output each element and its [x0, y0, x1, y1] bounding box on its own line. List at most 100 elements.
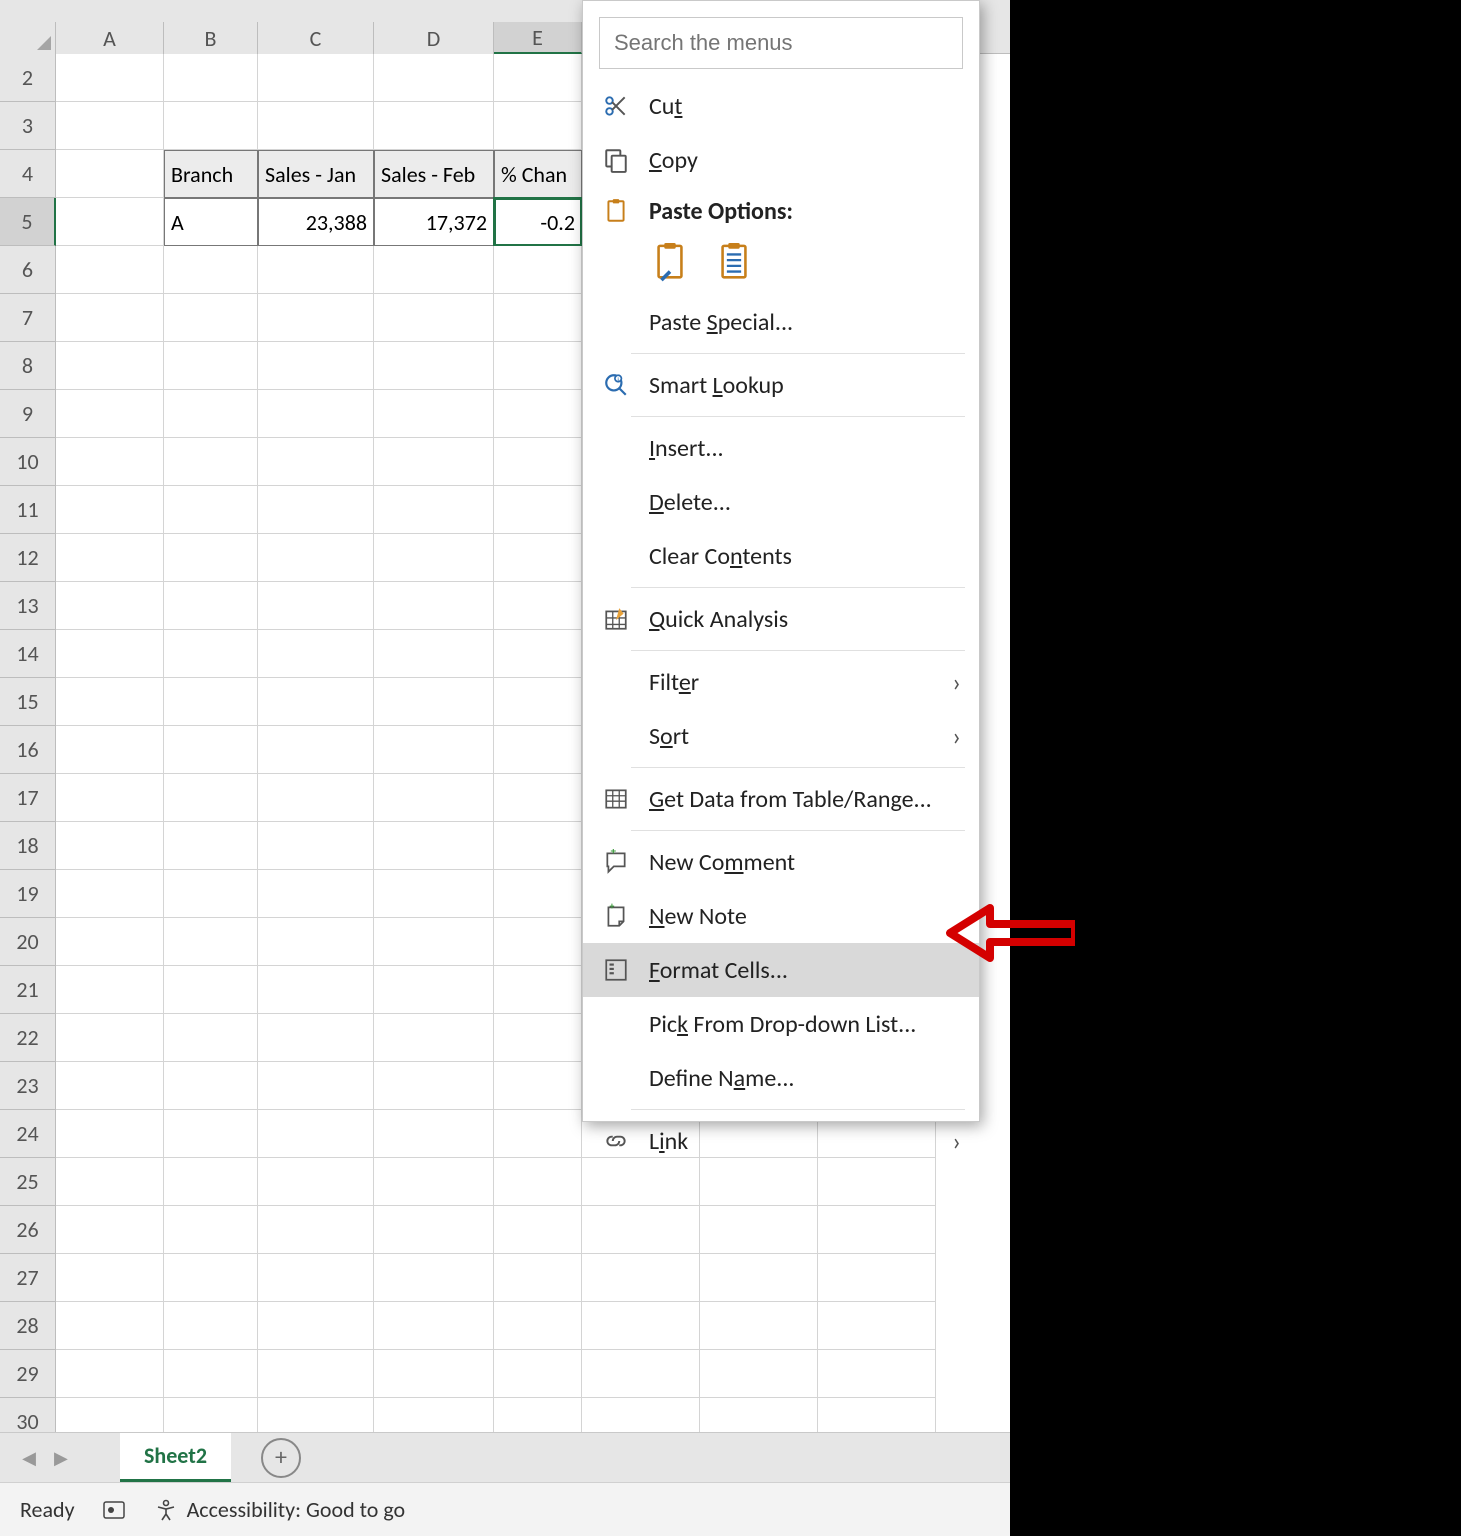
paste-option-values[interactable]: [713, 242, 755, 284]
cell[interactable]: [374, 438, 494, 486]
row-header[interactable]: 14: [0, 630, 56, 678]
cell[interactable]: [494, 1014, 582, 1062]
cell[interactable]: [56, 870, 164, 918]
row-header[interactable]: 9: [0, 390, 56, 438]
cell[interactable]: [494, 582, 582, 630]
cell[interactable]: [374, 678, 494, 726]
cell[interactable]: [700, 1206, 818, 1254]
row-header[interactable]: 7: [0, 294, 56, 342]
cell[interactable]: [56, 582, 164, 630]
cell[interactable]: [494, 102, 582, 150]
cell[interactable]: [164, 54, 258, 102]
cell[interactable]: [374, 822, 494, 870]
cell[interactable]: [56, 1254, 164, 1302]
row-header[interactable]: 12: [0, 534, 56, 582]
cell[interactable]: [164, 822, 258, 870]
cell[interactable]: [258, 678, 374, 726]
menu-item-get-data[interactable]: Get Data from Table/Range...: [583, 772, 979, 826]
cell[interactable]: [56, 726, 164, 774]
cell[interactable]: [258, 822, 374, 870]
cell[interactable]: [164, 1350, 258, 1398]
cell[interactable]: [258, 630, 374, 678]
cell[interactable]: [258, 1110, 374, 1158]
cell[interactable]: [374, 486, 494, 534]
cell[interactable]: [374, 630, 494, 678]
cell[interactable]: [258, 918, 374, 966]
cell[interactable]: Branch: [164, 150, 258, 198]
menu-item-copy[interactable]: Copy: [583, 133, 979, 187]
cell[interactable]: [374, 54, 494, 102]
cell[interactable]: [374, 1302, 494, 1350]
menu-item-pick-list[interactable]: Pick From Drop-down List...: [583, 997, 979, 1051]
cell[interactable]: [164, 246, 258, 294]
menu-item-define-name[interactable]: Define Name...: [583, 1051, 979, 1105]
cell[interactable]: 23,388: [258, 198, 374, 246]
cell[interactable]: [374, 1254, 494, 1302]
cell[interactable]: [56, 1206, 164, 1254]
cell[interactable]: [374, 726, 494, 774]
cell[interactable]: [258, 1302, 374, 1350]
cell[interactable]: [56, 678, 164, 726]
cell[interactable]: [258, 1158, 374, 1206]
cell[interactable]: [164, 1110, 258, 1158]
row-header[interactable]: 23: [0, 1062, 56, 1110]
cell[interactable]: [258, 534, 374, 582]
cell[interactable]: [164, 1158, 258, 1206]
cell[interactable]: Sales - Jan: [258, 150, 374, 198]
menu-item-new-comment[interactable]: + New Comment: [583, 835, 979, 889]
cell[interactable]: [164, 1302, 258, 1350]
row-header[interactable]: 6: [0, 246, 56, 294]
cell[interactable]: [56, 774, 164, 822]
cell[interactable]: [258, 1062, 374, 1110]
cell[interactable]: [164, 582, 258, 630]
cell[interactable]: [164, 630, 258, 678]
cell[interactable]: [56, 438, 164, 486]
cell[interactable]: [374, 918, 494, 966]
cell[interactable]: [164, 1014, 258, 1062]
row-header[interactable]: 19: [0, 870, 56, 918]
cell[interactable]: Sales - Feb: [374, 150, 494, 198]
cell[interactable]: [164, 294, 258, 342]
cell[interactable]: [56, 1302, 164, 1350]
add-sheet-button[interactable]: +: [261, 1438, 301, 1478]
cell[interactable]: [56, 1062, 164, 1110]
cell[interactable]: [582, 1350, 700, 1398]
menu-item-format-cells[interactable]: Format Cells...: [583, 943, 979, 997]
menu-item-smart-lookup[interactable]: i Smart Lookup: [583, 358, 979, 412]
cell[interactable]: [494, 438, 582, 486]
cell[interactable]: [818, 1302, 936, 1350]
menu-item-delete[interactable]: Delete...: [583, 475, 979, 529]
cell[interactable]: [258, 1206, 374, 1254]
cell[interactable]: [164, 678, 258, 726]
paste-option-paste[interactable]: [649, 242, 691, 284]
col-header-C[interactable]: C: [258, 22, 374, 54]
row-header[interactable]: 16: [0, 726, 56, 774]
cell[interactable]: [258, 1254, 374, 1302]
col-header-D[interactable]: D: [374, 22, 494, 54]
cell[interactable]: [258, 54, 374, 102]
cell[interactable]: [258, 246, 374, 294]
cell[interactable]: [56, 966, 164, 1014]
cell[interactable]: [258, 486, 374, 534]
cell[interactable]: [494, 294, 582, 342]
row-header[interactable]: 5: [0, 198, 56, 246]
cell[interactable]: [494, 1206, 582, 1254]
cell[interactable]: [494, 1350, 582, 1398]
sheet-prev-icon[interactable]: ◀: [22, 1447, 36, 1469]
cell[interactable]: [56, 1110, 164, 1158]
menu-item-quick-analysis[interactable]: Quick Analysis: [583, 592, 979, 646]
row-header[interactable]: 2: [0, 54, 56, 102]
cell[interactable]: [56, 918, 164, 966]
sheet-tab-active[interactable]: Sheet2: [120, 1433, 231, 1483]
cell[interactable]: [56, 1350, 164, 1398]
cell[interactable]: [494, 966, 582, 1014]
cell[interactable]: [164, 966, 258, 1014]
row-header[interactable]: 20: [0, 918, 56, 966]
cell[interactable]: [258, 726, 374, 774]
menu-item-cut[interactable]: Cut: [583, 79, 979, 133]
cell[interactable]: [258, 390, 374, 438]
cell[interactable]: [818, 1206, 936, 1254]
cell[interactable]: [56, 534, 164, 582]
menu-item-sort[interactable]: Sort ›: [583, 709, 979, 763]
menu-item-clear-contents[interactable]: Clear Contents: [583, 529, 979, 583]
